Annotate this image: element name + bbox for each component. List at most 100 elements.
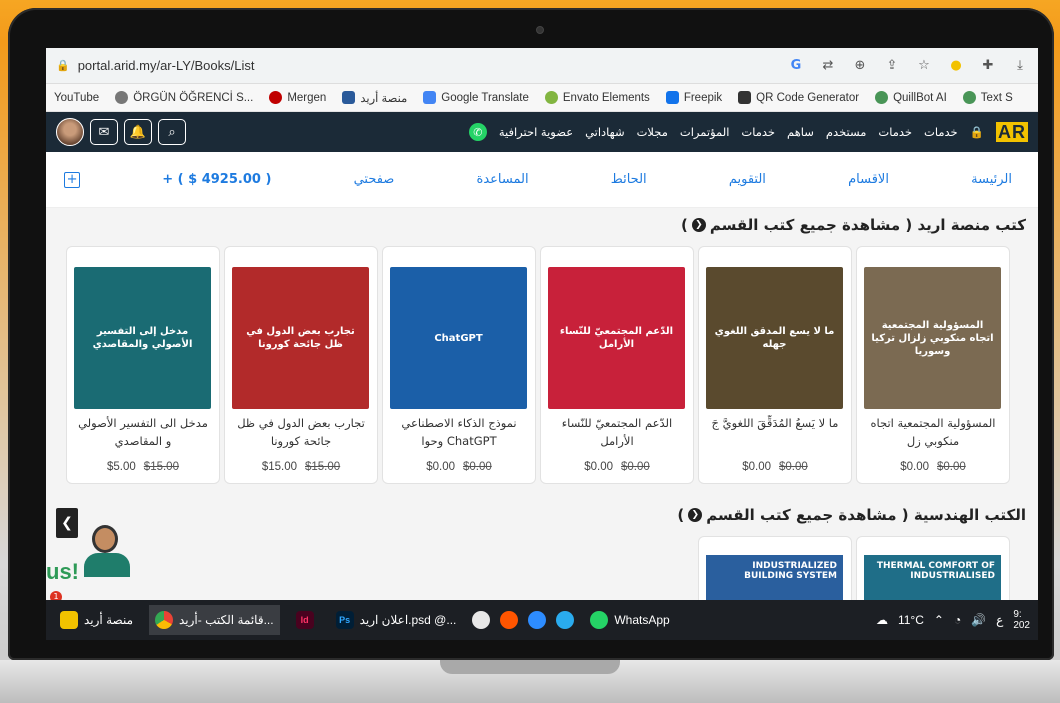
language-indicator[interactable]: ع bbox=[996, 613, 1003, 627]
arid-icon bbox=[342, 91, 356, 104]
book-cover[interactable]: ما لا يسع المدقق اللغوي جهله bbox=[706, 267, 843, 409]
support-widget[interactable]: us! 1 bbox=[46, 513, 146, 603]
taskbar-whatsapp[interactable]: WhatsApp bbox=[584, 605, 675, 635]
top-nav-membership[interactable]: عضوية احترافية bbox=[499, 125, 573, 139]
star-icon[interactable]: ☆ bbox=[916, 58, 932, 73]
book-cover[interactable]: ChatGPT bbox=[390, 267, 527, 409]
taskbar-indesign[interactable]: Id bbox=[290, 605, 320, 635]
top-nav-contribute[interactable]: ساهم bbox=[787, 125, 814, 139]
mergen-icon bbox=[269, 91, 283, 104]
weather-icon[interactable]: ☁ bbox=[876, 613, 888, 627]
price: $5.00 bbox=[107, 461, 136, 473]
book-cover[interactable]: مدخل إلى التفسير الأصولي والمقاصدي bbox=[74, 267, 211, 409]
quillbot-icon bbox=[962, 91, 976, 104]
bookmark-google-translate[interactable]: Google Translate bbox=[423, 91, 529, 104]
book-cover[interactable]: المسؤولية المجتمعية اتجاه منكوبي زلزال ت… bbox=[864, 267, 1001, 409]
book-title[interactable]: الدّعم المجتمعيّ للنّساء الأرامل bbox=[549, 415, 685, 453]
book-card[interactable]: ChatGPT نموذج الذكاء الاصطناعي ChatGPT وح… bbox=[382, 246, 536, 484]
nav-help[interactable]: المساعدة bbox=[477, 172, 529, 187]
book-title[interactable]: تجارب بعض الدول في ظل جائحة كورونا bbox=[233, 415, 369, 453]
book-title[interactable]: المسؤولية المجتمعية اتجاه منكوبي زل bbox=[865, 415, 1001, 453]
taskbar-chrome[interactable]: قائمة الكتب -أريد... bbox=[149, 605, 280, 635]
taskbar-folder[interactable]: منصة أريد bbox=[54, 605, 139, 635]
book-card[interactable]: ما لا يسع المدقق اللغوي جهله ما لا يَسعُ … bbox=[698, 246, 852, 484]
old-price: $0.00 bbox=[937, 461, 966, 473]
url-text[interactable]: portal.arid.my/ar-LY/Books/List bbox=[78, 58, 788, 73]
nav-calendar[interactable]: التقويم bbox=[729, 172, 766, 187]
top-nav-services-3[interactable]: خدمات bbox=[741, 125, 775, 139]
plus-icon[interactable]: + bbox=[64, 171, 81, 188]
book-card[interactable]: مدخل إلى التفسير الأصولي والمقاصدي مدخل ا… bbox=[66, 246, 220, 484]
book-card[interactable]: الدّعم المجتمعيّ للنّساء الأرامل الدّعم ا… bbox=[540, 246, 694, 484]
nav-home[interactable]: الرئيسة bbox=[971, 172, 1012, 187]
bookmark-text[interactable]: Text S bbox=[962, 91, 1013, 104]
puzzle-icon[interactable]: ✚ bbox=[980, 58, 996, 73]
bookmark-envato[interactable]: Envato Elements bbox=[544, 91, 650, 104]
cover-text: ما لا يسع المدقق اللغوي جهله bbox=[714, 326, 835, 350]
taskbar-photoshop[interactable]: Ps اعلان اريد.psd @... bbox=[330, 605, 463, 635]
support-agent-body bbox=[84, 553, 130, 577]
temperature[interactable]: 11°C bbox=[898, 613, 924, 627]
chevron-up-icon[interactable]: ⌃ bbox=[934, 613, 944, 627]
book-title[interactable]: ما لا يَسعُ المُدَقِّقَ اللغويَّ جَ bbox=[707, 415, 843, 453]
soundcloud-icon[interactable] bbox=[500, 611, 519, 629]
bookmark-qr-code[interactable]: QR Code Generator bbox=[738, 91, 859, 104]
top-nav-services-1[interactable]: خدمات bbox=[924, 125, 958, 139]
bookmark-arid[interactable]: منصة أريد bbox=[342, 91, 407, 105]
nav-sections[interactable]: الاقسام bbox=[848, 172, 889, 187]
top-nav-journals[interactable]: مجلات bbox=[637, 125, 668, 139]
bookmark-orgun[interactable]: ÖRGÜN ÖĞRENCİ S... bbox=[115, 91, 253, 104]
zoom-icon[interactable]: ⊕ bbox=[852, 58, 868, 73]
bookmark-quillbot[interactable]: QuillBot AI bbox=[875, 91, 947, 104]
whatsapp-icon bbox=[590, 611, 609, 629]
clock[interactable]: 9: 202 bbox=[1013, 609, 1030, 631]
arrow-left-circle-icon: ❮ bbox=[691, 218, 706, 232]
top-nav-certificates[interactable]: شهاداتي bbox=[585, 125, 625, 139]
bookmark-youtube[interactable]: YouTube bbox=[54, 92, 99, 104]
old-price: $15.00 bbox=[305, 461, 341, 473]
address-bar[interactable]: 🔒 portal.arid.my/ar-LY/Books/List G ⇄ ⊕ … bbox=[46, 48, 1038, 84]
book-cover[interactable]: تجارب بعض الدول في ظل جائحة كورونا bbox=[232, 267, 369, 409]
book-title[interactable]: نموذج الذكاء الاصطناعي ChatGPT وحوا bbox=[391, 415, 527, 453]
translate-icon[interactable]: ⇄ bbox=[820, 58, 836, 73]
volume-icon[interactable]: 🔊 bbox=[971, 613, 986, 627]
top-nav-conferences[interactable]: المؤتمرات bbox=[680, 125, 730, 139]
system-tray: ☁ 11°C ⌃ ◔ 🔊 ع 9: 202 bbox=[876, 609, 1030, 631]
extension-bulb-icon[interactable]: ● bbox=[948, 58, 964, 73]
bookmark-freepik[interactable]: Freepik bbox=[665, 91, 722, 104]
wifi-icon[interactable]: ◔ bbox=[954, 613, 961, 627]
bell-icon[interactable]: 🔔 bbox=[124, 119, 152, 145]
chrome-icon bbox=[155, 611, 173, 629]
avatar[interactable] bbox=[56, 118, 84, 146]
section-title-engineering-books[interactable]: الكتب الهندسية ( مشاهدة جميع كتب القسم ❮… bbox=[46, 498, 1038, 524]
wallet-balance[interactable]: + ( $ 4925.00 ) bbox=[162, 172, 271, 187]
google-icon[interactable]: G bbox=[788, 58, 804, 73]
share-icon[interactable]: ⇪ bbox=[884, 58, 900, 73]
telegram-icon[interactable] bbox=[556, 611, 575, 629]
bookmark-mergen[interactable]: Mergen bbox=[269, 91, 326, 104]
paint-icon[interactable] bbox=[472, 611, 491, 629]
support-text: us! bbox=[46, 559, 79, 584]
top-nav-user[interactable]: مستخدم bbox=[826, 125, 866, 139]
search-icon[interactable]: ⌕ bbox=[158, 119, 186, 145]
zoom-app-icon[interactable] bbox=[528, 611, 547, 629]
indesign-icon: Id bbox=[295, 611, 314, 629]
section-title-arid-books[interactable]: كتب منصة اريد ( مشاهدة جميع كتب القسم ❮ … bbox=[46, 208, 1038, 234]
book-title[interactable]: مدخل الى التفسير الأصولي و المقاصدي bbox=[75, 415, 211, 453]
book-card[interactable]: تجارب بعض الدول في ظل جائحة كورونا تجارب … bbox=[224, 246, 378, 484]
mail-icon[interactable]: ✉ bbox=[90, 119, 118, 145]
cover-text: INDUSTRIALIZED BUILDING SYSTEM bbox=[744, 561, 837, 581]
whatsapp-icon[interactable]: ✆ bbox=[468, 123, 487, 141]
windows-taskbar: منصة أريد قائمة الكتب -أريد... Id Ps اعل… bbox=[46, 600, 1038, 640]
price: $0.00 bbox=[584, 461, 613, 473]
photoshop-icon: Ps bbox=[335, 611, 354, 629]
top-nav-services-2[interactable]: خدمات bbox=[878, 125, 912, 139]
book-cover[interactable]: الدّعم المجتمعيّ للنّساء الأرامل bbox=[548, 267, 685, 409]
download-icon[interactable]: ⤓ bbox=[1012, 58, 1028, 73]
nav-wall[interactable]: الحائط bbox=[611, 172, 647, 187]
main-content: كتب منصة اريد ( مشاهدة جميع كتب القسم ❮ … bbox=[46, 208, 1038, 640]
book-card[interactable]: المسؤولية المجتمعية اتجاه منكوبي زلزال ت… bbox=[856, 246, 1010, 484]
site-logo[interactable]: AR bbox=[996, 121, 1028, 143]
nav-my-page[interactable]: صفحتي bbox=[354, 172, 395, 187]
cover-text: الدّعم المجتمعيّ للنّساء الأرامل bbox=[559, 326, 674, 350]
